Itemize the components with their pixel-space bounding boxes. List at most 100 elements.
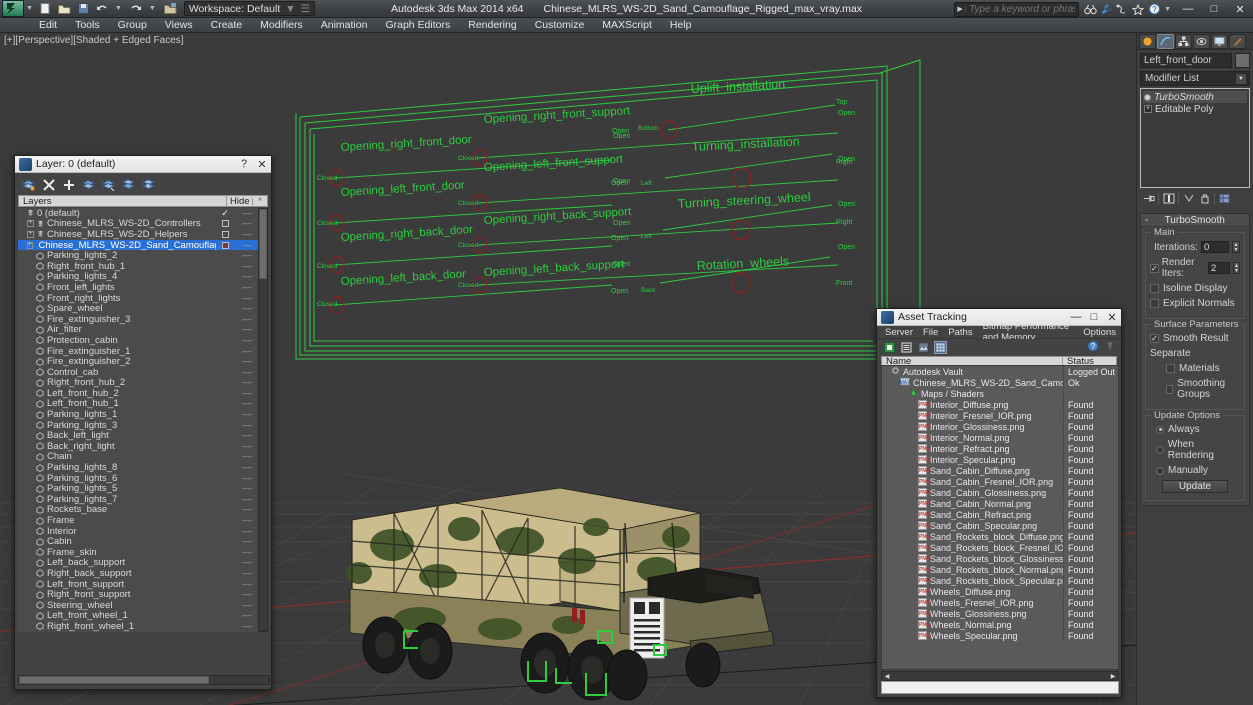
- layer-row[interactable]: Left_front_wheel_1 —: [18, 610, 260, 621]
- layer-visibility-cell[interactable]: [216, 220, 234, 228]
- layer-row[interactable]: Left_front_hub_2 —: [18, 388, 260, 399]
- asset-row[interactable]: PNG Sand_Cabin_Normal.png Found: [882, 498, 1118, 509]
- asset-row[interactable]: MAXChinese_MLRS_WS-2D_Sand_Camouflage_..…: [882, 377, 1118, 388]
- show-end-result-icon[interactable]: [1162, 192, 1175, 205]
- asset-row[interactable]: PNG Interior_Specular.png Found: [882, 454, 1118, 465]
- layer-row[interactable]: Parking_lights_8 —: [18, 462, 260, 473]
- asset-row[interactable]: PNG Interior_Refract.png Found: [882, 443, 1118, 454]
- layer-hide-cell[interactable]: —: [234, 536, 260, 547]
- isoline-display-checkbox[interactable]: [1150, 284, 1159, 293]
- layer-row[interactable]: Left_front_support —: [18, 579, 260, 590]
- create-tab-icon[interactable]: [1139, 33, 1156, 49]
- layer-hide-cell[interactable]: —: [234, 600, 260, 611]
- layer-row[interactable]: Left_front_hub_1 —: [18, 398, 260, 409]
- layer-row[interactable]: Front_right_lights —: [18, 293, 260, 304]
- layer-hide-cell[interactable]: —: [234, 324, 260, 335]
- layer-hide-cell[interactable]: —: [234, 462, 260, 473]
- layer-hide-cell[interactable]: —: [234, 473, 260, 484]
- layer-row[interactable]: Left_back_support —: [18, 557, 260, 568]
- asset-row[interactable]: PNG Sand_Cabin_Diffuse.png Found: [882, 465, 1118, 476]
- asset-menu-paths[interactable]: Paths: [943, 327, 977, 338]
- help-icon[interactable]: ?: [1087, 340, 1099, 355]
- modifier-stack-item-turbosmooth[interactable]: TurboSmooth: [1143, 91, 1247, 103]
- layer-row[interactable]: Control_cab —: [18, 367, 260, 378]
- asset-row[interactable]: PNG Sand_Rockets_block_Normal.png Found: [882, 564, 1118, 575]
- configure-modifier-sets-icon[interactable]: [1218, 192, 1231, 205]
- layer-hide-cell[interactable]: —: [234, 568, 260, 579]
- layer-dialog[interactable]: Layer: 0 (default) ? ✕ Layers Hide ^ 0 (…: [14, 155, 272, 690]
- wrench-icon[interactable]: [1098, 2, 1114, 17]
- scrollbar-thumb[interactable]: [259, 209, 267, 279]
- layer-row[interactable]: Frame —: [18, 515, 260, 526]
- layer-visibility-cell[interactable]: [216, 230, 234, 238]
- asset-row[interactable]: PNG Interior_Glossiness.png Found: [882, 421, 1118, 432]
- layer-hide-cell[interactable]: —: [234, 526, 260, 537]
- layer-row[interactable]: Parking_lights_3 —: [18, 420, 260, 431]
- asset-row[interactable]: PNG Sand_Cabin_Specular.png Found: [882, 520, 1118, 531]
- update-option-when-rendering[interactable]: When Rendering: [1156, 439, 1240, 461]
- layer-hide-cell[interactable]: —: [234, 621, 260, 632]
- layer-hide-cell[interactable]: —: [234, 229, 260, 240]
- create-new-layer-icon[interactable]: [22, 178, 35, 191]
- layer-hide-cell[interactable]: —: [234, 430, 260, 441]
- layer-horizontal-scrollbar[interactable]: [18, 675, 270, 685]
- make-unique-icon[interactable]: [1182, 192, 1195, 205]
- highlight-selected-objects-icon[interactable]: [122, 178, 135, 191]
- layer-row[interactable]: Parking_lights_2 —: [18, 250, 260, 261]
- update-option-manually[interactable]: Manually: [1156, 465, 1240, 476]
- asset-row[interactable]: PNG Interior_Normal.png Found: [882, 432, 1118, 443]
- scroll-right-icon[interactable]: ▶: [1108, 673, 1118, 680]
- layer-hide-cell[interactable]: —: [234, 250, 260, 261]
- app-logo-icon[interactable]: [2, 0, 24, 17]
- layer-row[interactable]: Fire_extinguisher_3 —: [18, 314, 260, 325]
- asset-menu-file[interactable]: File: [918, 327, 943, 338]
- object-name-field[interactable]: Left_front_door: [1140, 53, 1232, 68]
- layer-hide-cell[interactable]: —: [234, 557, 260, 568]
- modifier-stack-item-editable-poly[interactable]: + Editable Poly: [1143, 103, 1247, 115]
- modify-tab-icon[interactable]: [1157, 33, 1174, 49]
- render-iters-input[interactable]: 2: [1208, 262, 1231, 274]
- expand-icon[interactable]: +: [27, 241, 33, 249]
- layer-hide-cell[interactable]: —: [234, 377, 260, 388]
- layer-row[interactable]: Right_back_support —: [18, 568, 260, 579]
- explicit-normals-row[interactable]: Explicit Normals: [1150, 298, 1240, 309]
- search-input[interactable]: [966, 2, 1079, 16]
- undo-chevron-icon[interactable]: ▼: [115, 5, 122, 12]
- menu-views[interactable]: Views: [156, 18, 202, 33]
- checkbox-icon[interactable]: [221, 220, 229, 228]
- search-box[interactable]: ▶: [954, 1, 1080, 17]
- layer-hide-cell[interactable]: —: [234, 579, 260, 590]
- asset-row[interactable]: PNG Sand_Rockets_block_Specular.png Found: [882, 575, 1118, 586]
- layer-dialog-help-button[interactable]: ?: [235, 156, 253, 173]
- layer-row[interactable]: Parking_lights_4 —: [18, 271, 260, 282]
- update-button[interactable]: Update: [1162, 480, 1228, 493]
- lightbulb-icon[interactable]: [1144, 93, 1151, 101]
- asset-row[interactable]: PNG Wheels_Fresnel_IOR.png Found: [882, 597, 1118, 608]
- smoothing-groups-checkbox[interactable]: [1166, 384, 1174, 394]
- layer-row[interactable]: Right_front_hub_1 —: [18, 261, 260, 272]
- layer-dialog-titlebar[interactable]: Layer: 0 (default) ? ✕: [15, 156, 271, 173]
- layer-hide-cell[interactable]: —: [234, 589, 260, 600]
- viewport-label[interactable]: [+][Perspective][Shaded + Edged Faces]: [4, 35, 184, 46]
- layer-hide-cell[interactable]: —: [234, 451, 260, 462]
- smoothing-groups-row[interactable]: Smoothing Groups: [1166, 378, 1240, 400]
- layer-row[interactable]: + Chinese_MLRS_WS-2D_Sand_Camouflage_Rigg…: [18, 240, 260, 251]
- grid-view-icon[interactable]: [934, 341, 947, 354]
- expand-icon[interactable]: +: [1144, 105, 1152, 113]
- menu-create[interactable]: Create: [202, 18, 252, 33]
- layer-dialog-close-button[interactable]: ✕: [253, 156, 271, 173]
- layer-vertical-scrollbar[interactable]: [258, 208, 268, 632]
- layer-hide-cell[interactable]: —: [234, 271, 260, 282]
- object-color-swatch[interactable]: [1235, 53, 1250, 68]
- save-icon[interactable]: [75, 1, 92, 16]
- layer-row[interactable]: Chain —: [18, 451, 260, 462]
- layer-hide-cell[interactable]: —: [234, 335, 260, 346]
- menu-modifiers[interactable]: Modifiers: [251, 18, 312, 33]
- layer-hide-cell[interactable]: —: [234, 356, 260, 367]
- asset-tracking-dialog[interactable]: Asset Tracking — □ ✕ Server File Paths B…: [876, 308, 1122, 698]
- maximize-button[interactable]: □: [1201, 0, 1227, 18]
- iterations-input[interactable]: 0: [1201, 241, 1229, 253]
- when-rendering-radio[interactable]: [1156, 446, 1164, 454]
- layer-row[interactable]: Air_filter —: [18, 324, 260, 335]
- layer-hide-cell[interactable]: —: [234, 282, 260, 293]
